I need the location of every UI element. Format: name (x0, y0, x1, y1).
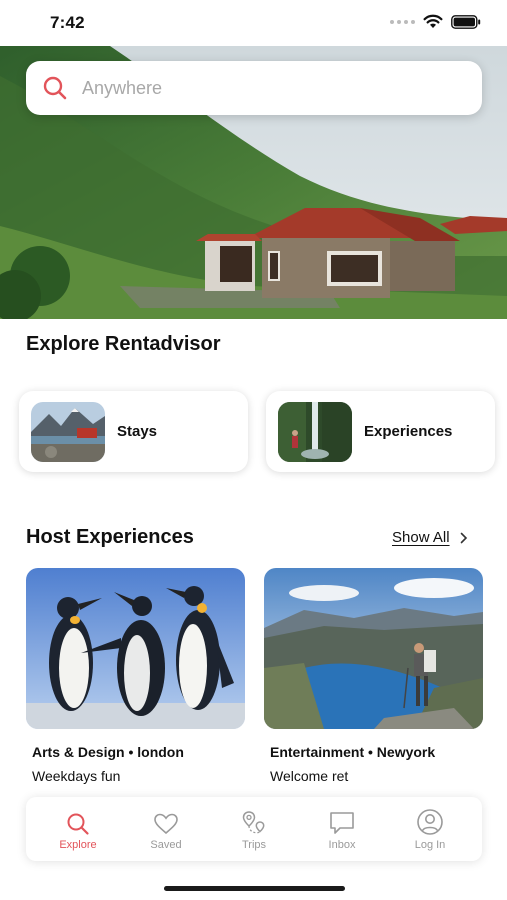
tab-label: Log In (414, 838, 446, 851)
fjord-hiker-photo (264, 568, 483, 729)
experience-subtitle: Weekdays fun (32, 768, 121, 784)
mountain-lake-photo (31, 401, 105, 462)
search-icon (66, 808, 90, 836)
category-label-experiences: Experiences (364, 423, 453, 440)
tab-label: Saved (150, 838, 182, 851)
explore-section-title: Explore Rentadvisor (26, 333, 221, 355)
chevron-right-icon (460, 532, 467, 543)
tab-label: Inbox (328, 838, 356, 851)
experience-card-entertainment[interactable]: Entertainment • Newyork Welcome ret (264, 568, 483, 784)
status-icons (390, 14, 481, 29)
cellular-signal-icon (390, 19, 415, 24)
search-bar[interactable] (26, 61, 482, 115)
tab-explore[interactable]: Explore (38, 808, 118, 851)
status-bar: 7:42 (0, 0, 507, 46)
show-all-link[interactable]: Show All (392, 529, 468, 546)
waterfall-hiker-photo (278, 401, 352, 462)
home-indicator[interactable] (164, 886, 345, 891)
tab-saved[interactable]: Saved (126, 808, 206, 851)
search-icon (42, 75, 68, 101)
search-input[interactable] (82, 77, 442, 99)
category-label-stays: Stays (117, 423, 158, 440)
map-pin-icon (240, 808, 268, 836)
battery-icon (451, 14, 481, 29)
experience-title: Entertainment • Newyork (270, 744, 436, 760)
tab-inbox[interactable]: Inbox (302, 808, 382, 851)
tab-log-in[interactable]: Log In (390, 808, 470, 851)
show-all-label: Show All (392, 529, 450, 546)
tab-label: Trips (241, 838, 267, 851)
category-card-experiences[interactable]: Experiences (266, 391, 495, 472)
experience-title: Arts & Design • london (32, 744, 184, 760)
chat-icon (328, 808, 356, 836)
category-card-stays[interactable]: Stays (19, 391, 248, 472)
heart-icon (153, 808, 179, 836)
penguins-photo (26, 568, 245, 729)
experience-subtitle: Welcome ret (270, 768, 349, 784)
host-experiences-title: Host Experiences (26, 526, 194, 548)
tab-trips[interactable]: Trips (214, 808, 294, 851)
experience-card-arts-design[interactable]: Arts & Design • london Weekdays fun (26, 568, 245, 784)
wifi-icon (423, 14, 443, 28)
bottom-tab-bar: Explore Saved Trips Inbox Log In (26, 797, 482, 861)
user-circle-icon (416, 808, 444, 836)
status-time: 7:42 (50, 13, 85, 32)
tab-label: Explore (59, 838, 97, 851)
